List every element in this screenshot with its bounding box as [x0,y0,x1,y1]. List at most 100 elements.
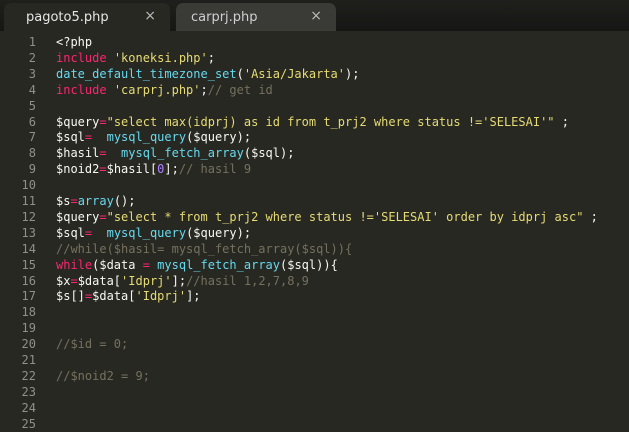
code-line[interactable]: 6 $query="select max(idprj) as id from t_… [0,114,629,130]
code-token: $query [56,209,100,224]
line-number: 1 [28,35,36,49]
code-token: ); [345,66,360,81]
code-token: "select max(idprj) as id from t_prj2 whe… [106,114,555,129]
code-token: = [99,114,107,129]
code-line[interactable]: 12 $query="select * from t_prj2 where sta… [0,209,629,225]
line-number: 13 [21,225,36,240]
line-number: 12 [21,209,36,224]
code-line[interactable]: 15 while($data = mysql_fetch_array($sql))… [0,257,629,273]
code-text: $sql= mysql_query($query); [56,225,251,241]
tab-label: pagoto5.php [26,10,109,25]
line-number: 24 [21,400,36,415]
code-line[interactable]: 2 include 'koneksi.php'; [0,50,629,66]
code-line[interactable]: 19 [0,320,629,336]
line-number: 23 [21,384,36,399]
code-text: $noid2=$hasil[0];// hasil 9 [56,161,251,177]
tab-label: carprj.php [191,10,258,25]
code-text: $s=array(); [56,193,136,209]
code-token: mysql_fetch_array [121,146,244,161]
code-line[interactable]: 9 $noid2=$hasil[0];// hasil 9 [0,161,629,177]
code-token: ]; [164,162,179,177]
code-line[interactable]: 10 [0,177,629,193]
code-text: $x=$data['Idprj'];//hasil 1,2,7,8,9 [56,273,309,289]
code-text: //while($hasil= mysql_fetch_array($sql))… [56,241,352,257]
code-line[interactable]: 13 $sql= mysql_query($query); [0,225,629,241]
code-token: ($query); [186,130,252,145]
code-token: "select * from t_prj2 where status !='SE… [106,209,584,224]
code-token: $hasil[ [106,162,158,177]
code-line[interactable]: 23 [0,384,629,400]
tab-carprj[interactable]: carprj.php × [176,3,336,31]
code-line[interactable]: 22 //$noid2 = 9; [0,368,629,384]
code-token: mysql_query [106,225,187,240]
code-token: = [99,146,107,161]
code-line[interactable]: 3 date_default_timezone_set('Asia/Jakarta… [0,66,629,82]
code-line[interactable]: 11 $s=array(); [0,193,629,209]
code-token: ; [583,209,598,224]
code-token: $query [56,114,100,129]
code-token: = [99,162,107,177]
code-line[interactable]: 21 [0,352,629,368]
line-number: 6 [28,114,36,129]
code-token: // hasil 9 [178,162,252,177]
code-text: //$noid2 = 9; [56,368,150,384]
code-text: $hasil= mysql_fetch_array($sql); [56,145,294,161]
code-token: array [77,194,114,208]
code-text: $s[]=$data['Idprj']; [56,288,201,304]
code-token: $data[ [77,273,122,288]
code-line[interactable]: 25 [0,416,629,432]
tab-bar: pagoto5.php × carprj.php × [0,0,629,31]
code-line[interactable]: 8 $hasil= mysql_fetch_array($sql); [0,145,629,161]
code-line[interactable]: 1 <?php [0,34,629,50]
code-line[interactable]: 7 $sql= mysql_query($query); [0,129,629,145]
code-token: // get id [207,82,273,97]
code-token: = [142,257,150,272]
code-token: //$noid2 = 9; [56,368,150,383]
code-token: $sql [56,130,85,145]
code-token: (); [113,194,136,208]
code-token: include [56,50,107,65]
code-text: //$id = 0; [56,336,128,352]
code-token: mysql_query [106,130,187,145]
code-token: //hasil 1,2,7,8,9 [186,273,309,288]
code-token: ($sql)){ [280,257,338,272]
code-line[interactable]: 14 //while($hasil= mysql_fetch_array($sql… [0,241,629,257]
code-line[interactable]: 17 $s[]=$data['Idprj']; [0,288,629,304]
code-line[interactable]: 24 [0,400,629,416]
code-line[interactable]: 18 [0,304,629,320]
code-token: = [70,273,78,288]
line-number: 16 [21,273,36,288]
code-token: //while($hasil= mysql_fetch_array($sql))… [56,241,353,256]
close-icon[interactable]: × [310,8,322,24]
line-number: 8 [28,146,36,161]
code-token: mysql_fetch_array [157,257,280,272]
code-line[interactable]: 5 [0,98,629,114]
code-token: 'Asia/Jakarta' [243,66,346,81]
line-number: 7 [28,130,36,145]
code-token: $data[ [92,289,136,304]
code-token: $sql [56,225,85,240]
code-text: include 'koneksi.php'; [56,50,215,66]
code-line[interactable]: 16 $x=$data['Idprj'];//hasil 1,2,7,8,9 [0,273,629,289]
code-token: ($sql); [243,146,295,161]
code-token: = [70,194,78,208]
tab-pagoto5[interactable]: pagoto5.php × [4,3,170,31]
code-text: while($data = mysql_fetch_array($sql)){ [56,257,338,273]
code-text: $sql= mysql_query($query); [56,129,251,145]
line-number: 14 [21,241,36,256]
code-line[interactable]: 20 //$id = 0; [0,336,629,352]
line-number: 3 [28,66,36,81]
code-token: include [56,82,107,97]
code-token: $x [56,273,71,288]
code-line[interactable]: 4 include 'carprj.php';// get id [0,82,629,98]
close-icon[interactable]: × [144,8,156,24]
code-editor[interactable]: 1 <?php 2 include 'koneksi.php'; 3 date_defau… [0,31,629,431]
line-number: 21 [21,353,36,367]
code-token: ]; [186,289,201,304]
line-number: 10 [21,178,36,193]
